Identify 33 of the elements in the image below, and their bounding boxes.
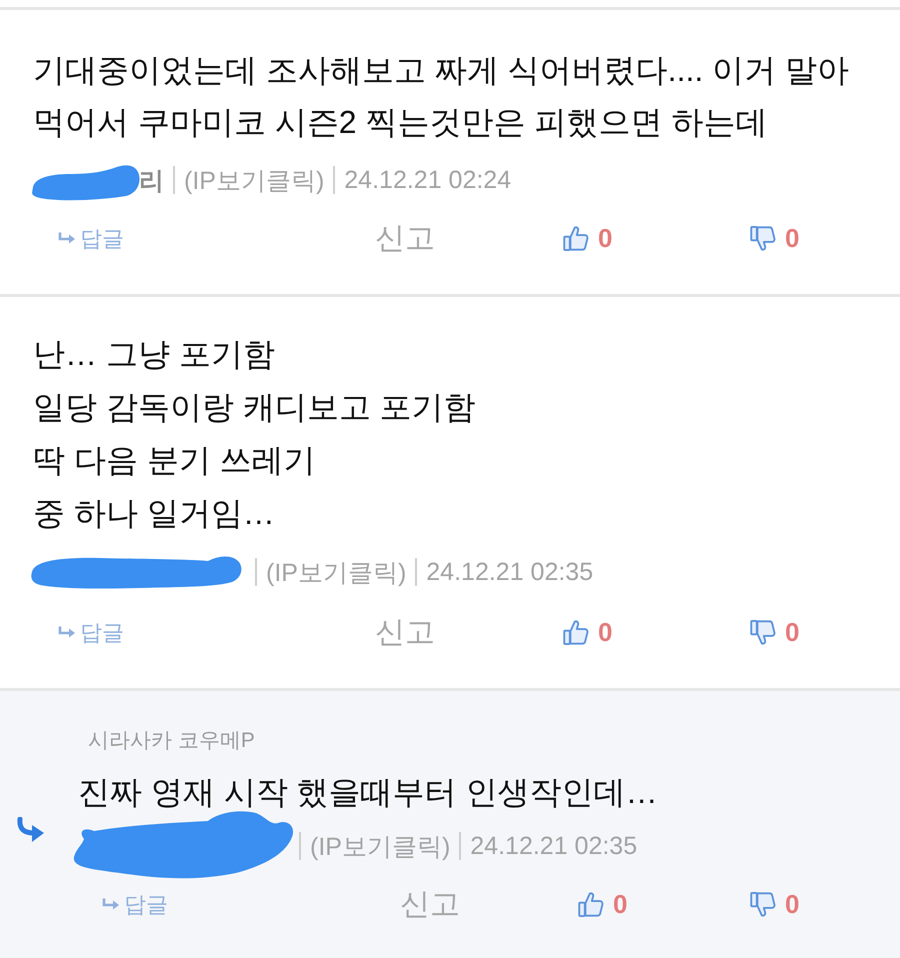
report-button[interactable]: 신고 (375, 612, 435, 653)
thumbs-down-icon (750, 619, 776, 646)
ip-view-link[interactable]: (IP보기클릭) (184, 164, 324, 196)
thumbs-up-icon (563, 619, 589, 646)
comment-date: 24.12.21 02:35 (426, 558, 594, 586)
thumbs-down-icon (750, 891, 776, 918)
comment-text: 난… 그냥 포기함 일당 감독이랑 캐디보고 포기함 딱 다음 분기 쓰레기 중 하나 일거임… (33, 335, 477, 533)
like-button[interactable]: 0 (578, 889, 628, 920)
ip-view-link[interactable]: (IP보기클릭) (266, 556, 406, 588)
reply-link[interactable]: 답글 (58, 618, 124, 648)
ip-view-link[interactable]: (IP보기클릭) (310, 830, 450, 862)
report-button[interactable]: 신고 (375, 218, 435, 259)
comment-date: 24.12.21 02:24 (344, 166, 512, 194)
dislike-button[interactable]: 0 (750, 617, 800, 648)
corner-arrow-icon (102, 898, 120, 911)
thumbs-up-icon (563, 225, 589, 252)
corner-arrow-icon (58, 232, 76, 245)
like-button[interactable]: 0 (563, 617, 612, 648)
corner-arrow-icon (58, 626, 76, 639)
comment-text: 기대중이었는데 조사해보고 짜게 식어버렸다.... 이거 말아 먹어서 쿠마미코 시즌2 찍는것만은 피했으면 하는데 (33, 51, 850, 142)
reply-target-name: 시라사카 코우메P (88, 728, 255, 754)
reply-link[interactable]: 답글 (102, 890, 168, 920)
like-button[interactable]: 0 (563, 223, 612, 254)
comment-date: 24.12.21 02:35 (470, 832, 638, 860)
comment-text: 진짜 영재 시작 했을때부터 인생작인데… (78, 773, 659, 812)
reply-link[interactable]: 답글 (58, 224, 124, 254)
report-button[interactable]: 신고 (400, 884, 460, 925)
thumbs-up-icon (578, 891, 604, 918)
dislike-button[interactable]: 0 (750, 223, 800, 254)
author-name: 리 (139, 166, 164, 196)
curved-arrow-icon (15, 817, 45, 844)
thumbs-down-icon (750, 225, 776, 252)
dislike-button[interactable]: 0 (750, 889, 800, 920)
